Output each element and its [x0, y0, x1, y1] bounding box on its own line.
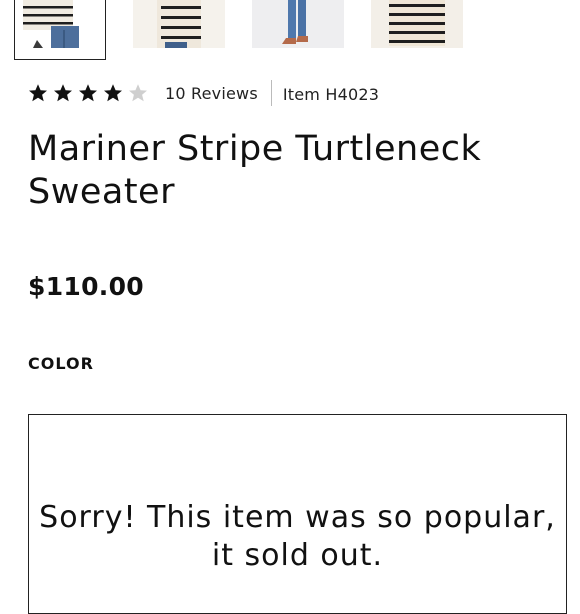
- color-section-label: COLOR: [28, 354, 94, 373]
- reviews-link[interactable]: 10 Reviews: [165, 84, 258, 103]
- star-filled-icon: [53, 83, 73, 103]
- star-filled-icon: [103, 83, 123, 103]
- divider: [270, 80, 272, 106]
- thumbnail-3[interactable]: [252, 0, 344, 48]
- thumbnail-gallery: [0, 0, 580, 64]
- star-empty-icon: [128, 83, 148, 103]
- star-filled-icon: [28, 83, 48, 103]
- star-filled-icon: [78, 83, 98, 103]
- sold-out-message: Sorry! This item was so popular, it sold…: [39, 500, 556, 573]
- product-price: $110.00: [28, 272, 144, 301]
- product-photo-3: [252, 0, 344, 48]
- product-title: Mariner Stripe Turtleneck Sweater: [28, 129, 482, 212]
- thumbnail-2[interactable]: [133, 0, 225, 48]
- sold-out-panel: Sorry! This item was so popular, it sold…: [28, 414, 567, 614]
- thumbnail-1[interactable]: [14, 0, 106, 60]
- product-photo-2: [133, 0, 225, 48]
- star-rating[interactable]: [28, 83, 153, 103]
- thumbnail-4[interactable]: [371, 0, 463, 48]
- product-photo-4: [371, 0, 463, 48]
- item-number: Item H4023: [282, 84, 380, 104]
- product-photo-1: [15, 0, 105, 59]
- rating-row: 10 Reviews Item H4023: [28, 80, 379, 106]
